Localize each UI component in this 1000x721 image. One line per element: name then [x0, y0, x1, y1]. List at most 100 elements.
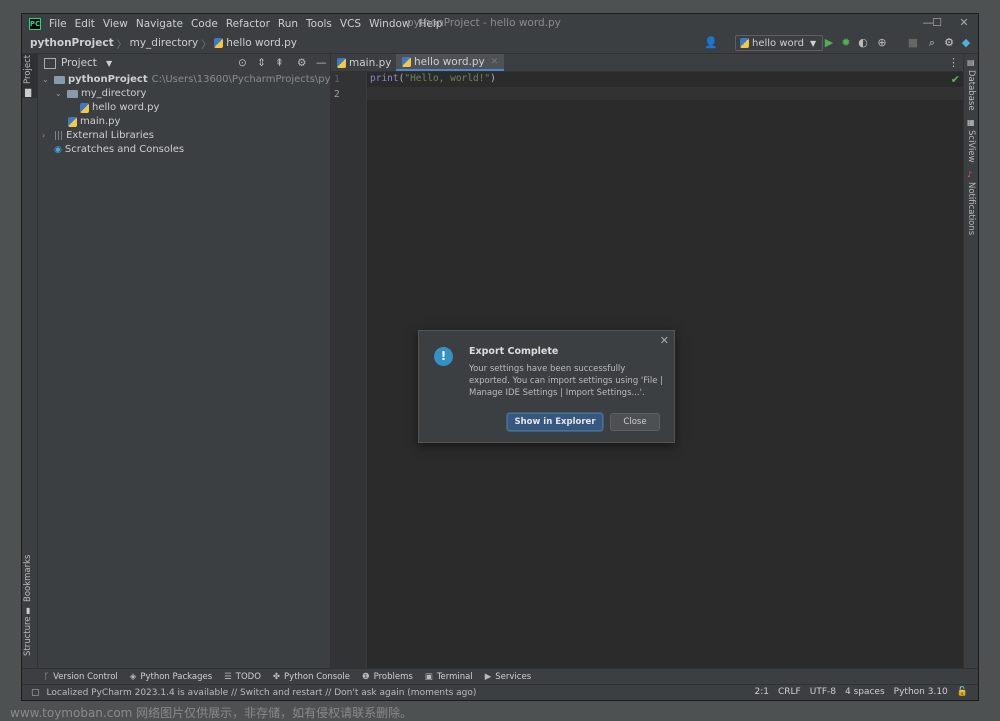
version-control-button[interactable]: ᚴ Version Control	[44, 672, 118, 682]
project-tool-button[interactable]: Project	[23, 55, 33, 84]
user-icon[interactable]: 👤	[704, 36, 718, 49]
line-ending[interactable]: CRLF	[778, 687, 801, 697]
menu-run[interactable]: Run	[278, 18, 298, 30]
database-icon: ▤	[967, 58, 975, 67]
todo-label: TODO	[235, 672, 261, 682]
menu-tools[interactable]: Tools	[306, 18, 332, 30]
sciview-tool-button[interactable]: SciView	[966, 130, 976, 163]
terminal-button[interactable]: ▣ Terminal	[425, 672, 473, 682]
structure-tool-button[interactable]: Structure	[23, 616, 33, 656]
no-problems-check-icon[interactable]: ✔	[951, 73, 960, 86]
close-button[interactable]: Close	[610, 413, 660, 431]
pycharm-logo-icon: PC	[29, 17, 41, 30]
breadcrumb-folder[interactable]: my_directory	[130, 37, 199, 49]
menu-view[interactable]: View	[103, 18, 128, 30]
python-icon: ✤	[272, 672, 281, 682]
status-toggle-icon[interactable]: ▢	[31, 688, 40, 698]
branch-icon: ᚴ	[44, 672, 50, 682]
python-packages-label: Python Packages	[140, 672, 213, 682]
file-encoding[interactable]: UTF-8	[810, 687, 836, 697]
window-title: pythonProject - hello word.py	[407, 17, 561, 29]
bookmark-icon: ▮	[26, 606, 31, 615]
version-control-label: Version Control	[53, 672, 118, 682]
status-widgets: 2:1 CRLF UTF-8 4 spaces Python 3.10 🔓	[755, 687, 968, 697]
tree-external-libraries[interactable]: › ||| External Libraries	[42, 129, 154, 142]
breadcrumb-file[interactable]: hello word.py	[226, 37, 297, 49]
tree-scratches[interactable]: ◉ Scratches and Consoles	[54, 143, 184, 156]
profile-icon[interactable]: ⊕	[875, 36, 889, 49]
close-icon[interactable]: ✕	[660, 334, 669, 347]
todo-button[interactable]: ☰ TODO	[224, 672, 261, 682]
file-name: main.py	[80, 116, 121, 127]
folder-icon	[54, 75, 65, 84]
expand-all-icon[interactable]: ⇕	[257, 57, 266, 69]
menu-file[interactable]: File	[49, 18, 67, 30]
chevron-down-icon: ⌄	[42, 75, 49, 84]
menu-navigate[interactable]: Navigate	[136, 18, 183, 30]
project-panel-title[interactable]: Project	[61, 57, 97, 69]
indent-setting[interactable]: 4 spaces	[845, 687, 885, 697]
caret-position[interactable]: 2:1	[755, 687, 769, 697]
code-function: print	[370, 73, 399, 84]
python-interpreter[interactable]: Python 3.10	[894, 687, 948, 697]
folder-icon	[67, 89, 78, 98]
menu-window[interactable]: Window	[369, 18, 410, 30]
gear-icon[interactable]: ⚙	[297, 57, 306, 69]
code-string: "Hello, world!"	[404, 73, 491, 84]
services-icon: ▶	[484, 672, 492, 682]
show-in-explorer-button[interactable]: Show in Explorer	[507, 413, 603, 431]
tree-file-hello-word[interactable]: hello word.py	[80, 101, 159, 114]
close-window-button[interactable]: ✕	[954, 16, 974, 29]
packages-icon: ◈	[129, 672, 137, 682]
maximize-button[interactable]: ☐	[927, 16, 947, 29]
tab-hello-word-py[interactable]: hello word.py ✕	[396, 54, 505, 71]
more-options-icon[interactable]: ⋮	[948, 56, 959, 69]
title-bar: PC File Edit View Navigate Code Refactor…	[22, 14, 978, 33]
services-button[interactable]: ▶ Services	[485, 672, 531, 682]
menu-refactor[interactable]: Refactor	[226, 18, 270, 30]
menu-vcs[interactable]: VCS	[340, 18, 361, 30]
menu-code[interactable]: Code	[191, 18, 218, 30]
stop-icon[interactable]: ■	[906, 36, 920, 49]
menu-edit[interactable]: Edit	[75, 18, 95, 30]
tree-folder[interactable]: ⌄ my_directory	[55, 87, 146, 100]
breadcrumb-separator-icon: 〉	[201, 39, 212, 51]
left-tool-strip: Project ▇ Bookmarks ▮ Structure	[22, 54, 38, 668]
tree-file-main[interactable]: main.py	[68, 115, 120, 128]
sciview-icon: ▦	[967, 118, 975, 127]
bookmarks-tool-button[interactable]: Bookmarks	[23, 555, 33, 603]
locate-icon[interactable]: ⊙	[238, 57, 247, 69]
export-complete-dialog: ! Export Complete Your settings have bee…	[418, 330, 675, 443]
python-file-icon	[80, 102, 89, 113]
library-icon: |||	[54, 130, 64, 141]
project-view-icon	[44, 57, 56, 69]
hide-panel-icon[interactable]: —	[316, 57, 327, 69]
problems-label: Problems	[373, 672, 413, 682]
search-icon[interactable]: ⌕	[925, 36, 939, 50]
debug-icon[interactable]: ✹	[839, 36, 853, 49]
jetbrains-ai-icon[interactable]: ◆	[959, 36, 973, 49]
tab-label: main.py	[349, 56, 392, 69]
problems-icon: ❶	[361, 672, 370, 682]
collapse-all-icon[interactable]: ⇞	[275, 57, 284, 69]
close-tab-icon[interactable]: ✕	[491, 57, 499, 67]
python-console-button[interactable]: ✤ Python Console	[273, 672, 350, 682]
problems-button[interactable]: ❶ Problems	[362, 672, 413, 682]
line-number: 2	[334, 89, 340, 100]
list-icon: ☰	[224, 672, 232, 682]
run-config-selector[interactable]: hello word ▼	[735, 35, 824, 51]
breadcrumb-project[interactable]: pythonProject	[30, 37, 114, 49]
notifications-tool-button[interactable]: Notifications	[966, 182, 976, 235]
chevron-down-icon[interactable]: ▼	[106, 59, 112, 68]
gear-icon[interactable]: ⚙	[942, 36, 956, 49]
coverage-icon[interactable]: ◐	[856, 36, 870, 49]
info-icon: !	[434, 347, 453, 366]
run-icon[interactable]: ▶	[822, 36, 836, 49]
lock-icon[interactable]: 🔓	[957, 687, 968, 697]
python-file-icon	[337, 57, 346, 68]
run-config-label: hello word	[752, 37, 804, 49]
database-tool-button[interactable]: Database	[966, 70, 976, 111]
status-message[interactable]: Localized PyCharm 2023.1.4 is available …	[47, 688, 477, 698]
chevron-down-icon: ⌄	[55, 89, 62, 98]
python-packages-button[interactable]: ◈ Python Packages	[130, 672, 212, 682]
